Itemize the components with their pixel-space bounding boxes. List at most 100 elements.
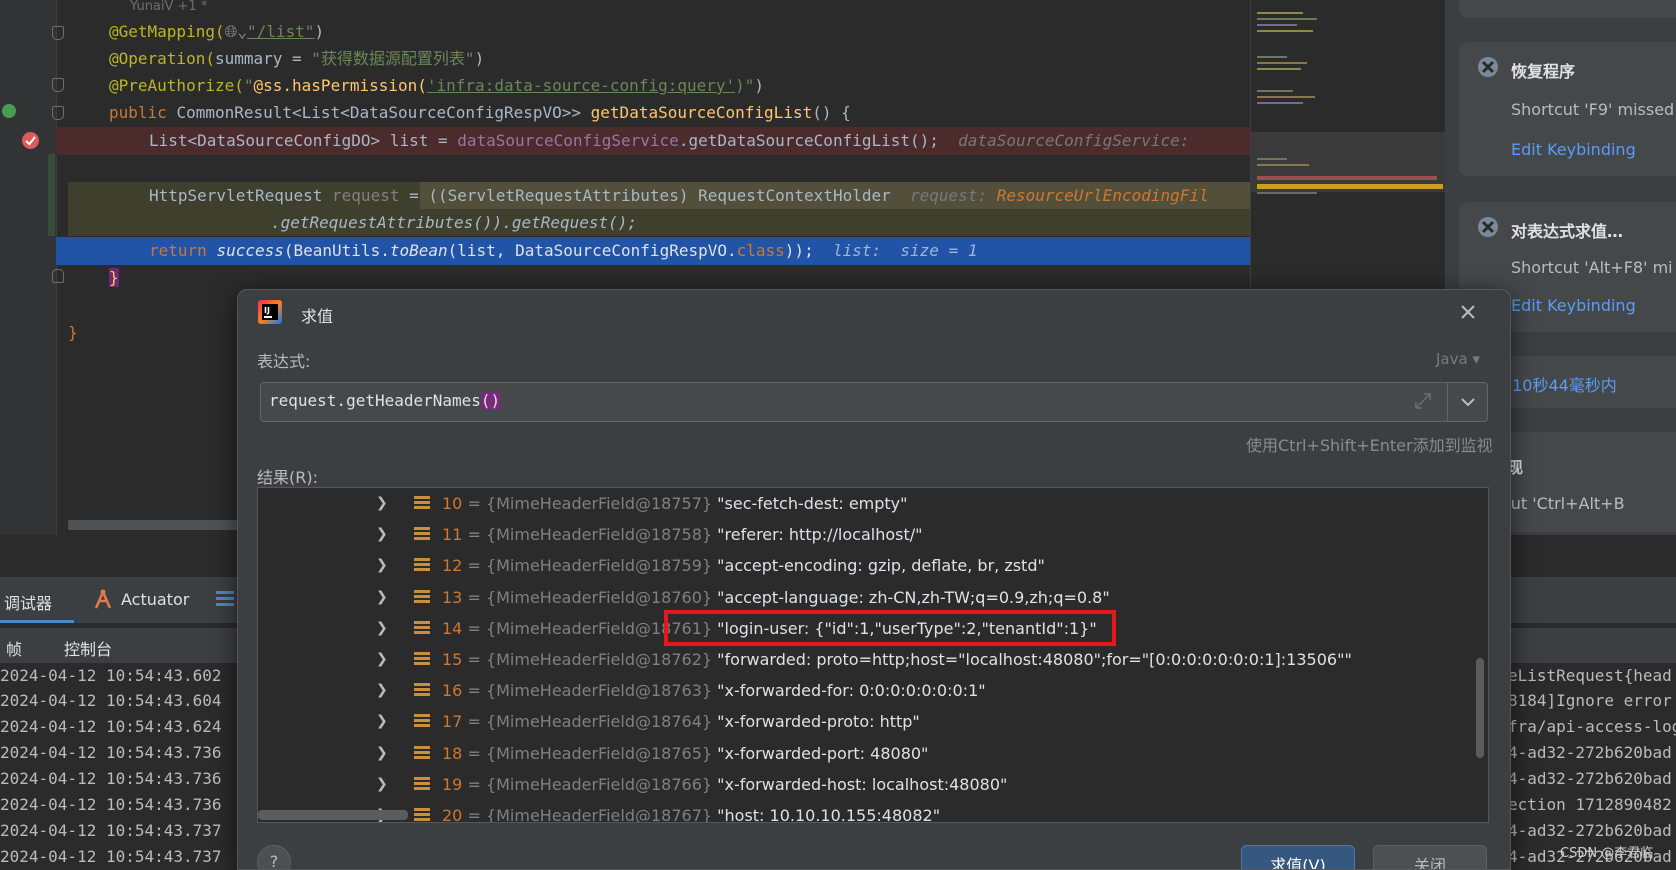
tree-row[interactable]: ❯ 11 = {MimeHeaderField@18758} "referer: … — [258, 519, 1418, 550]
list-item-icon — [414, 683, 430, 698]
help-button[interactable]: ? — [257, 845, 291, 869]
edit-keybinding-link[interactable]: Edit Keybinding — [1511, 296, 1636, 315]
row-reference: {MimeHeaderField@18762} — [485, 650, 713, 669]
row-reference: {MimeHeaderField@18767} — [485, 806, 713, 823]
run-method-icon[interactable] — [2, 104, 16, 118]
console-text: 8184]Ignore error — [1508, 691, 1672, 710]
row-index: 18 — [442, 743, 463, 763]
horizontal-scrollbar[interactable] — [68, 520, 248, 530]
tree-row[interactable]: ❯ 12 = {MimeHeaderField@18759} "accept-en… — [258, 550, 1418, 581]
console-text: fra/api-access-log — [1508, 717, 1676, 736]
actuator-icon — [94, 589, 112, 609]
chevron-down-icon — [1461, 398, 1475, 407]
notification-card[interactable] — [1459, 0, 1676, 18]
fold-icon[interactable] — [52, 269, 64, 283]
result-tree[interactable]: ❯ 10 = {MimeHeaderField@18757} "sec-fetch… — [257, 487, 1489, 823]
list-item-icon — [414, 808, 430, 822]
expand-icon[interactable] — [1414, 392, 1432, 410]
tab-console[interactable]: 控制台 — [64, 636, 112, 660]
console-timestamp: 2024-04-12 10:54:43.736 — [0, 769, 222, 788]
fold-icon[interactable] — [52, 26, 64, 40]
chevron-right-icon[interactable]: ❯ — [376, 488, 388, 519]
close-button[interactable]: 关闭 — [1373, 845, 1487, 869]
fold-icon[interactable] — [52, 106, 64, 120]
row-index: 15 — [442, 650, 463, 669]
tree-row[interactable]: ❯ 15 = {MimeHeaderField@18762} "forwarded… — [258, 644, 1418, 675]
console-text: ection 1712890482 — [1508, 795, 1672, 814]
notification-card[interactable]: 恢复程序 Shortcut 'F9' missed Edit Keybindin… — [1459, 42, 1676, 176]
row-reference: {MimeHeaderField@18766} — [485, 774, 713, 794]
tab-frames[interactable]: 帧 — [6, 636, 22, 660]
code-line-3[interactable]: @PreAuthorize("@ss.hasPermission('infra:… — [109, 72, 764, 99]
tab-actuator[interactable]: Actuator — [92, 577, 202, 623]
code-line-8[interactable]: .getRequestAttributes()).getRequest(); — [271, 209, 637, 236]
tree-row[interactable]: ❯ 19 = {MimeHeaderField@18766} "x-forward… — [258, 769, 1418, 800]
row-reference: {MimeHeaderField@18759} — [485, 556, 713, 576]
chevron-right-icon[interactable]: ❯ — [376, 738, 388, 769]
code-line-5[interactable]: List<DataSourceConfigDO> list = dataSour… — [149, 127, 1199, 154]
chevron-right-icon[interactable]: ❯ — [376, 582, 388, 613]
notification-body: Shortcut 'Alt+F8' mi — [1511, 258, 1673, 277]
console-timestamp: 2024-04-12 10:54:43.604 — [0, 691, 222, 710]
evaluate-button[interactable]: 求值(V) — [1241, 845, 1355, 869]
code-line-9[interactable]: return success(BeanUtils.toBean(list, Da… — [149, 237, 977, 264]
row-value: "sec-fetch-dest: empty" — [717, 494, 908, 513]
debugger-icon — [1478, 57, 1498, 77]
code-line-2[interactable]: @Operation(summary = "获得数据源配置列表") — [109, 45, 484, 72]
code-line-12[interactable]: } — [68, 319, 78, 346]
result-label: 结果(R): — [257, 468, 318, 487]
list-item-icon — [414, 527, 430, 542]
code-line-10[interactable]: } — [109, 264, 119, 291]
chevron-right-icon[interactable]: ❯ — [376, 644, 388, 675]
code-line-4[interactable]: public CommonResult<List<DataSourceConfi… — [109, 99, 851, 126]
fold-icon[interactable] — [52, 78, 64, 92]
list-item-icon — [414, 776, 430, 791]
row-value: "host: 10.10.10.155:48082" — [717, 806, 941, 823]
console-timestamp: 2024-04-12 10:54:43.624 — [0, 717, 222, 736]
row-index: 12 — [442, 556, 463, 576]
row-reference: {MimeHeaderField@18764} — [485, 712, 713, 732]
edit-keybinding-link[interactable]: Edit Keybinding — [1511, 140, 1636, 159]
dialog-title: 求值 — [301, 307, 334, 326]
close-icon[interactable] — [1456, 300, 1480, 324]
list-icon[interactable] — [216, 591, 234, 607]
tab-debugger[interactable]: 调试器 — [0, 577, 74, 623]
tree-row[interactable]: ❯ 13 = {MimeHeaderField@18760} "accept-la… — [258, 582, 1418, 613]
breakpoint-icon[interactable] — [22, 132, 39, 149]
history-dropdown[interactable] — [1447, 383, 1488, 421]
tree-row[interactable]: ❯ 18 = {MimeHeaderField@18765} "x-forward… — [258, 738, 1418, 769]
console-timestamp: 2024-04-12 10:54:43.737 — [0, 847, 222, 866]
chevron-right-icon[interactable]: ❯ — [376, 613, 388, 644]
list-item-icon — [414, 496, 430, 510]
code-line-1[interactable]: @GetMapping(🌐︎⌄"/list") — [109, 18, 324, 45]
vertical-scrollbar[interactable] — [1476, 658, 1484, 758]
console-timestamp: 2024-04-12 10:54:43.736 — [0, 795, 222, 814]
chevron-right-icon[interactable]: ❯ — [376, 769, 388, 800]
chevron-right-icon[interactable]: ❯ — [376, 519, 388, 550]
tab-label: 调试器 — [4, 594, 53, 613]
notification-body: Shortcut 'F9' missed — [1511, 100, 1675, 119]
row-reference: {MimeHeaderField@18757} — [485, 494, 713, 513]
row-value: "x-forwarded-proto: http" — [717, 712, 920, 732]
row-value: "x-forwarded-port: 48080" — [717, 743, 929, 763]
row-value: "forwarded: proto=http;host="localhost:4… — [717, 650, 1352, 669]
horizontal-scrollbar[interactable] — [258, 810, 408, 820]
notification-title: 对表达式求值… — [1511, 222, 1624, 241]
chevron-right-icon[interactable]: ❯ — [376, 706, 388, 737]
minimap-viewport[interactable] — [1251, 132, 1445, 192]
console-timestamp: 2024-04-12 10:54:43.602 — [0, 666, 222, 685]
code-line-7[interactable]: HttpServletRequest request = ((ServletRe… — [149, 182, 1209, 209]
tree-row[interactable]: ❯20 = {MimeHeaderField@18767} "host: 10.… — [258, 800, 1418, 823]
tree-row[interactable]: ❯ 10 = {MimeHeaderField@18757} "sec-fetch… — [258, 488, 1418, 519]
tree-row[interactable]: ❯ 16 = {MimeHeaderField@18763} "x-forward… — [258, 675, 1418, 706]
editor-gutter[interactable] — [0, 0, 64, 535]
language-select[interactable]: Java ▾ — [1436, 350, 1480, 368]
tab-label: Actuator — [121, 590, 190, 609]
expression-input[interactable]: request.getHeaderNames() — [260, 382, 1488, 422]
chevron-right-icon[interactable]: ❯ — [376, 550, 388, 581]
tree-row[interactable]: ❯ 17 = {MimeHeaderField@18764} "x-forward… — [258, 706, 1418, 737]
row-index: 14 — [442, 618, 463, 638]
expression-label: 表达式: — [257, 352, 311, 371]
row-value: "accept-language: zh-CN,zh-TW;q=0.9,zh;q… — [717, 587, 1110, 607]
chevron-right-icon[interactable]: ❯ — [376, 675, 388, 706]
